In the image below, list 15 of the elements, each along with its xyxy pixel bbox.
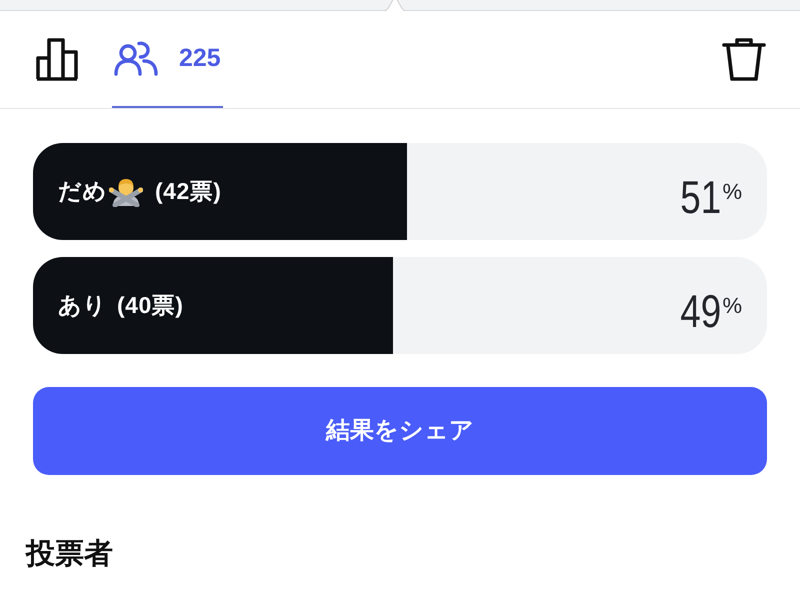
- option-label: だめ: [58, 177, 107, 206]
- percent-sign: %: [722, 178, 742, 206]
- option-label: あり: [58, 291, 107, 320]
- people-icon: [114, 40, 159, 77]
- bar-chart-icon: [35, 36, 79, 80]
- trash-icon: [722, 37, 766, 82]
- voters-heading: 投票者: [26, 537, 114, 572]
- voters-tab[interactable]: 225: [112, 11, 223, 108]
- vote-count: (42票): [155, 177, 222, 206]
- delete-button[interactable]: [722, 37, 766, 82]
- percent-value: 51: [680, 174, 722, 220]
- percent-value: 49: [680, 288, 722, 334]
- share-results-button[interactable]: 結果をシェア: [33, 387, 767, 475]
- percent-sign: %: [722, 292, 742, 320]
- vote-count: (40票): [117, 291, 184, 320]
